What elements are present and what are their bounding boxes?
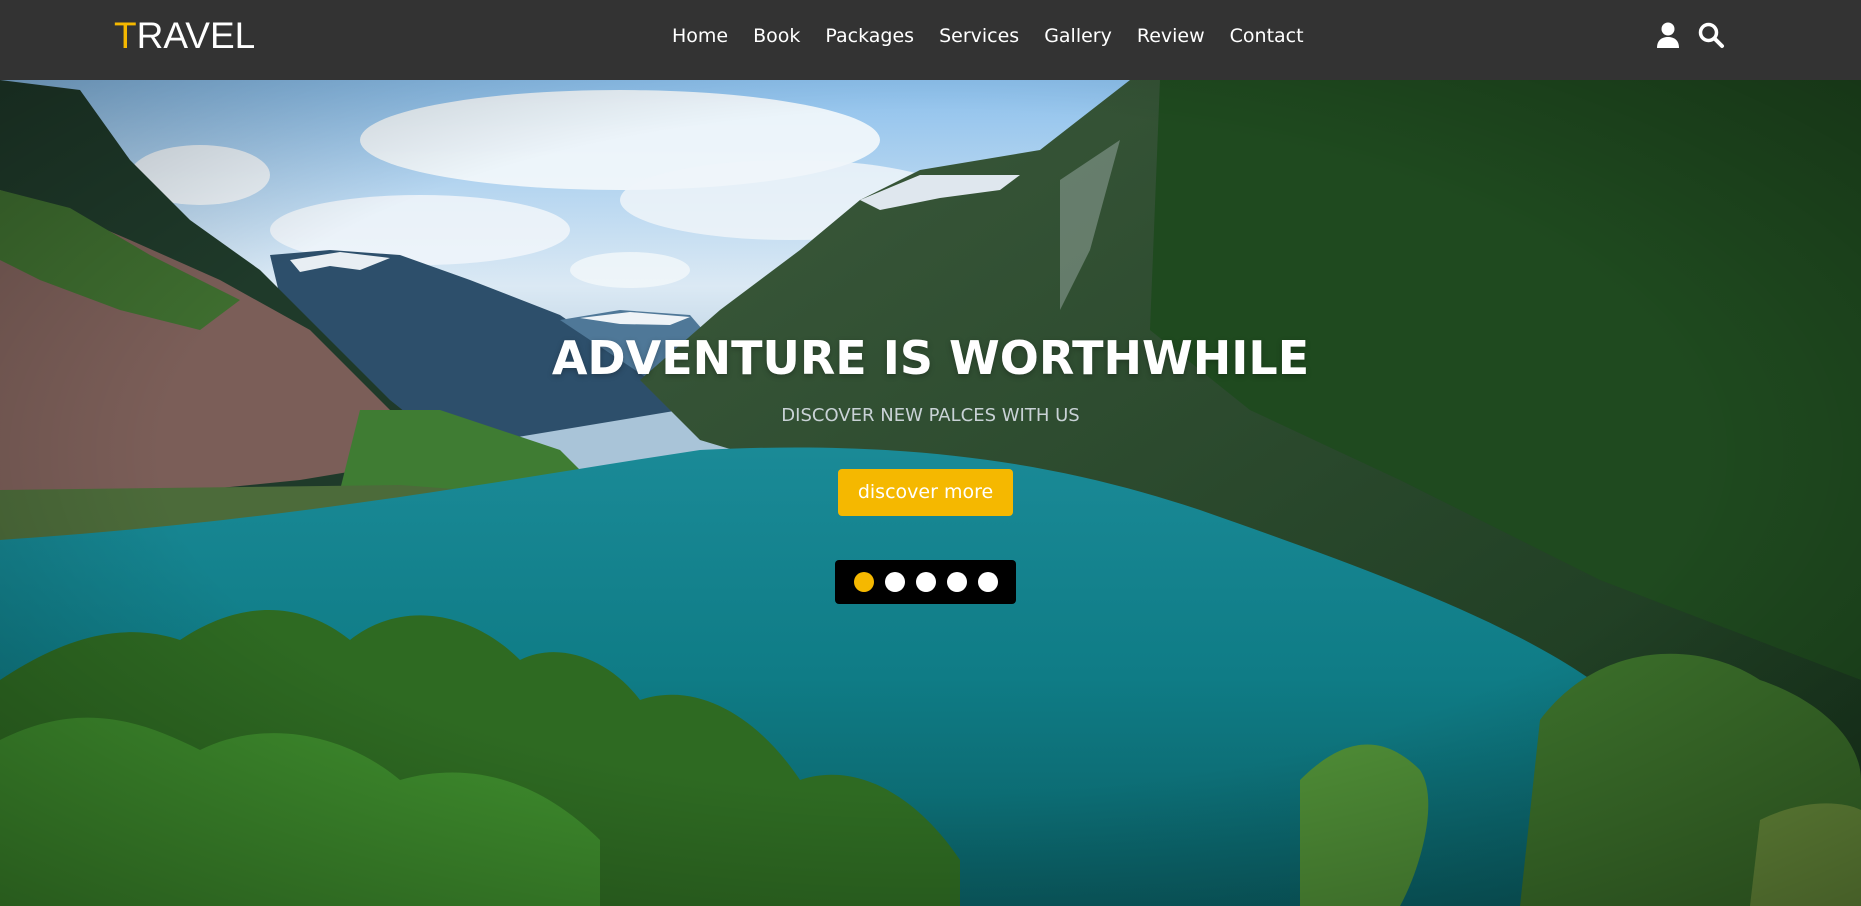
nav-review[interactable]: Review xyxy=(1137,22,1205,50)
main-nav: Home Book Packages Services Gallery Revi… xyxy=(672,22,1304,50)
slide-dot-1[interactable] xyxy=(853,572,874,592)
slide-dot-4[interactable] xyxy=(946,572,967,592)
slide-dot-2[interactable] xyxy=(884,572,905,592)
nav-packages[interactable]: Packages xyxy=(825,22,914,50)
logo[interactable]: TRAVEL xyxy=(114,14,255,58)
slide-dot-3[interactable] xyxy=(915,572,936,592)
discover-more-button[interactable]: discover more xyxy=(838,469,1013,516)
search-icon[interactable] xyxy=(1696,20,1726,50)
hero-content: ADVENTURE IS WORTHWHILE DISCOVER NEW PAL… xyxy=(0,80,1861,906)
logo-text: RAVEL xyxy=(136,15,256,56)
slider-dots xyxy=(835,560,1016,604)
site-header: TRAVEL Home Book Packages Services Galle… xyxy=(0,0,1861,80)
user-icon[interactable] xyxy=(1653,20,1683,50)
slide-dot-5[interactable] xyxy=(977,572,998,592)
hero-section: ADVENTURE IS WORTHWHILE DISCOVER NEW PAL… xyxy=(0,80,1861,906)
nav-book[interactable]: Book xyxy=(753,22,800,50)
nav-services[interactable]: Services xyxy=(939,22,1019,50)
logo-accent-letter: T xyxy=(114,15,137,56)
nav-home[interactable]: Home xyxy=(672,22,728,50)
hero-title: ADVENTURE IS WORTHWHILE xyxy=(551,331,1310,385)
nav-contact[interactable]: Contact xyxy=(1230,22,1304,50)
nav-gallery[interactable]: Gallery xyxy=(1044,22,1112,50)
hero-subtitle: DISCOVER NEW PALCES WITH US xyxy=(781,405,1080,426)
